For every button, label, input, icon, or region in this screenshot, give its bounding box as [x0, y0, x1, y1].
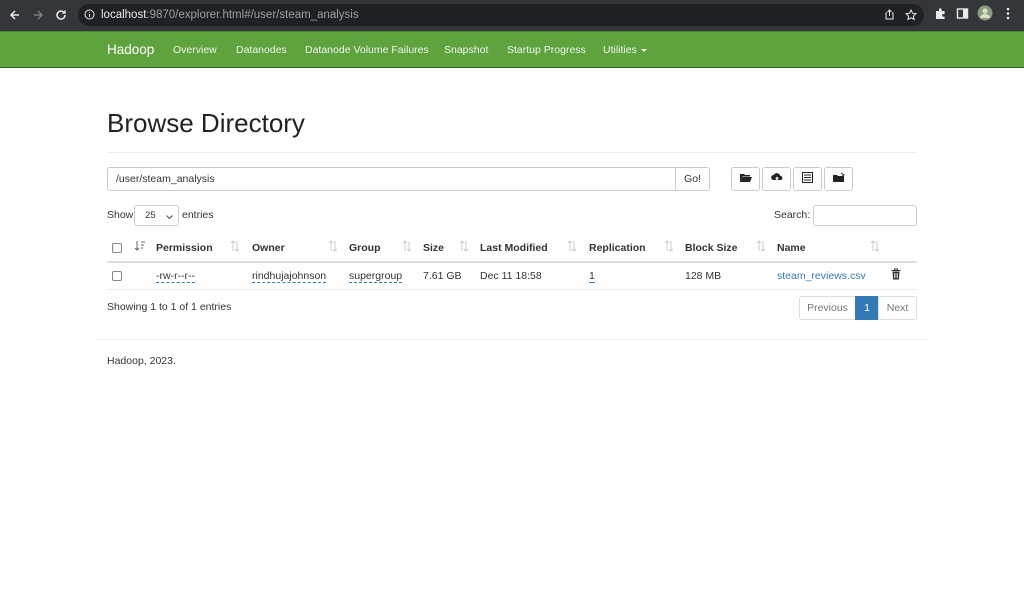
size-cell: 7.61 GB — [423, 270, 462, 282]
table-info: Showing 1 to 1 of 1 entries — [107, 301, 232, 313]
sort-icon[interactable] — [230, 240, 240, 255]
owner-cell[interactable]: rindhujajohnson — [252, 270, 327, 283]
nav-datanodes[interactable]: Datanodes — [236, 44, 287, 56]
page-title: Browse Directory — [107, 108, 305, 138]
sort-asc-icon[interactable] — [134, 240, 146, 255]
sort-icon[interactable] — [756, 240, 766, 255]
replication-cell[interactable]: 1 — [589, 270, 595, 283]
next-button[interactable]: Next — [878, 296, 917, 320]
browser-toolbar: localhost:9870/explorer.html#/user/steam… — [0, 0, 1024, 31]
header-owner[interactable]: Owner — [252, 242, 285, 254]
sort-icon[interactable] — [402, 240, 412, 255]
header-replication[interactable]: Replication — [589, 242, 646, 254]
trash-icon[interactable] — [891, 268, 901, 283]
group-cell[interactable]: supergroup — [349, 270, 403, 283]
header-block-size[interactable]: Block Size — [685, 242, 738, 254]
reload-icon[interactable] — [52, 6, 70, 24]
header-size[interactable]: Size — [423, 242, 444, 254]
sort-icon[interactable] — [459, 240, 469, 255]
header-last-modified[interactable]: Last Modified — [480, 242, 548, 254]
go-button[interactable]: Go! — [675, 167, 710, 191]
side-panel-icon[interactable] — [956, 7, 969, 23]
search-label: Search: — [774, 209, 811, 221]
cloud-upload-icon — [770, 172, 784, 186]
sort-icon[interactable] — [567, 240, 577, 255]
row-checkbox[interactable] — [112, 271, 122, 281]
nav-snapshot[interactable]: Snapshot — [444, 44, 488, 56]
caret-down-icon — [640, 48, 647, 52]
sort-icon[interactable] — [664, 240, 674, 255]
url-text: localhost:9870/explorer.html#/user/steam… — [101, 9, 359, 21]
sort-icon[interactable] — [328, 240, 338, 255]
show-label: Show — [107, 209, 134, 221]
row-divider — [107, 289, 917, 290]
footer-text: Hadoop, 2023. — [107, 355, 176, 367]
extensions-icon[interactable] — [934, 7, 947, 23]
nav-volume-failures[interactable]: Datanode Volume Failures — [305, 44, 429, 56]
table-header-border — [107, 261, 917, 263]
menu-dots-icon[interactable] — [1006, 7, 1010, 23]
last-modified-cell: Dec 11 18:58 — [480, 270, 542, 282]
page-length-select[interactable]: 25 — [134, 205, 179, 226]
back-icon[interactable] — [6, 6, 24, 24]
file-name-link[interactable]: steam_reviews.csv — [777, 270, 866, 282]
folder-move-icon — [832, 172, 846, 186]
star-icon[interactable] — [904, 8, 918, 24]
header-permission[interactable]: Permission — [156, 242, 213, 254]
permission-cell[interactable]: -rw-r--r-- — [156, 270, 196, 283]
folder-open-icon — [739, 172, 753, 186]
nav-utilities[interactable]: Utilities — [603, 44, 647, 56]
nav-startup-progress[interactable]: Startup Progress — [507, 44, 586, 56]
address-bar[interactable]: localhost:9870/explorer.html#/user/steam… — [78, 4, 924, 26]
upload-button[interactable] — [762, 167, 791, 191]
header-group[interactable]: Group — [349, 242, 381, 254]
forward-icon[interactable] — [29, 6, 47, 24]
list-icon — [802, 172, 813, 186]
footer-divider — [96, 339, 928, 340]
previous-button[interactable]: Previous — [799, 296, 856, 320]
search-input[interactable] — [813, 205, 917, 226]
info-icon[interactable] — [84, 9, 95, 23]
entries-label: entries — [182, 209, 214, 221]
profile-avatar-icon[interactable] — [977, 5, 993, 24]
select-all-checkbox[interactable] — [112, 243, 122, 253]
cut-paste-button[interactable] — [793, 167, 822, 191]
paste-button[interactable] — [824, 167, 853, 191]
nav-overview[interactable]: Overview — [173, 44, 217, 56]
divider — [107, 152, 917, 153]
block-size-cell: 128 MB — [685, 270, 722, 282]
sort-icon[interactable] — [870, 240, 880, 255]
directory-path-input[interactable]: /user/steam_analysis — [107, 167, 676, 191]
chevron-down-icon — [166, 212, 173, 223]
page-1-button[interactable]: 1 — [855, 296, 879, 320]
share-icon[interactable] — [884, 9, 895, 23]
top-navbar: Hadoop Overview Datanodes Datanode Volum… — [0, 31, 1024, 68]
create-directory-button[interactable] — [731, 167, 760, 191]
header-name[interactable]: Name — [777, 242, 806, 254]
brand-link[interactable]: Hadoop — [107, 42, 154, 57]
